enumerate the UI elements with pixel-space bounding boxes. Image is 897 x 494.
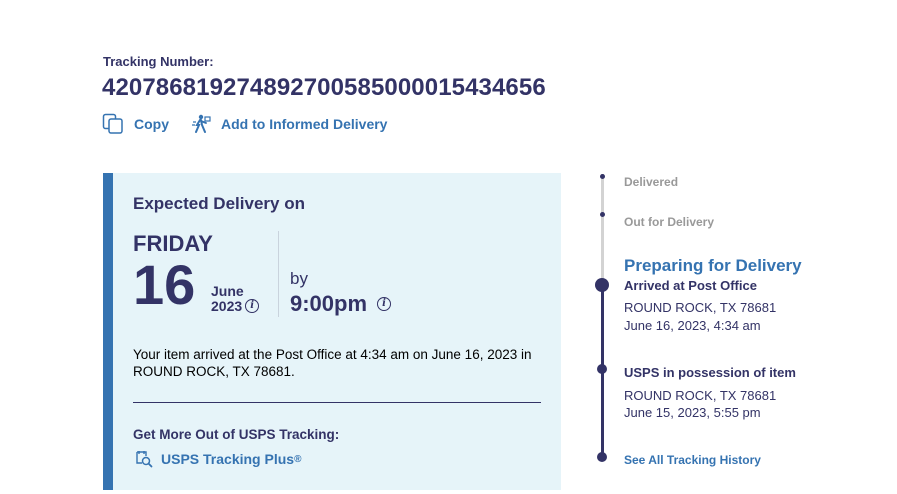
event-title: Arrived at Post Office <box>624 278 757 293</box>
delivery-year-row: 2023 i <box>211 298 260 314</box>
status-text: Your item arrived at the Post Office at … <box>133 347 532 379</box>
informed-delivery-label: Add to Informed Delivery <box>221 116 388 132</box>
copy-label: Copy <box>134 116 169 132</box>
tracking-plus-label: USPS Tracking Plus <box>161 451 295 467</box>
tracking-actions: Copy Add to Informed Delivery <box>102 113 387 135</box>
event-location: ROUND ROCK, TX 78681 <box>624 388 777 403</box>
step-out-for-delivery: Out for Delivery <box>624 215 715 229</box>
card-divider <box>133 402 541 403</box>
mail-carrier-icon <box>192 114 211 133</box>
info-icon[interactable]: i <box>377 297 392 311</box>
copy-icon <box>102 113 123 134</box>
date-time-divider <box>278 231 279 317</box>
delivery-time-row: 9:00pm i <box>290 291 392 317</box>
see-all-history-link[interactable]: See All Tracking History <box>624 453 761 467</box>
tracking-plus-icon <box>136 451 153 468</box>
by-label: by <box>290 269 308 288</box>
expected-delivery-title: Expected Delivery on <box>133 194 305 213</box>
add-informed-delivery-button[interactable]: Add to Informed Delivery <box>191 114 387 134</box>
step-delivered: Delivered <box>624 175 679 189</box>
delivery-year: 2023 <box>211 298 243 314</box>
delivery-time: 9:00pm <box>290 291 368 316</box>
event-title: USPS in possession of item <box>624 365 796 380</box>
registered-mark: ® <box>294 453 302 465</box>
tracking-plus-link[interactable]: USPS Tracking Plus ® <box>135 450 301 468</box>
delivery-month: June <box>211 283 244 299</box>
event-location: ROUND ROCK, TX 78681 <box>624 300 777 315</box>
copy-button[interactable]: Copy <box>102 113 169 135</box>
timeline-dot-current <box>595 278 609 292</box>
more-tracking-title: Get More Out of USPS Tracking: <box>133 427 340 442</box>
event-datetime: June 16, 2023, 4:34 am <box>624 318 761 333</box>
info-icon[interactable]: i <box>245 299 260 313</box>
timeline-line-inactive <box>601 174 604 284</box>
tracking-label: Tracking Number: <box>103 54 214 69</box>
timeline-dot-event <box>597 364 607 374</box>
tracking-number: 420786819274892700585000015434656 <box>102 74 546 101</box>
event-datetime: June 15, 2023, 5:55 pm <box>624 405 761 420</box>
timeline-dot-small <box>600 212 605 217</box>
timeline-dot-small <box>600 174 605 179</box>
expected-delivery-card: Expected Delivery on FRIDAY 16 June 2023… <box>103 173 561 490</box>
timeline-dot-end <box>597 452 607 462</box>
step-preparing-for-delivery: Preparing for Delivery <box>624 256 802 275</box>
delivery-date: 16 <box>133 253 196 316</box>
